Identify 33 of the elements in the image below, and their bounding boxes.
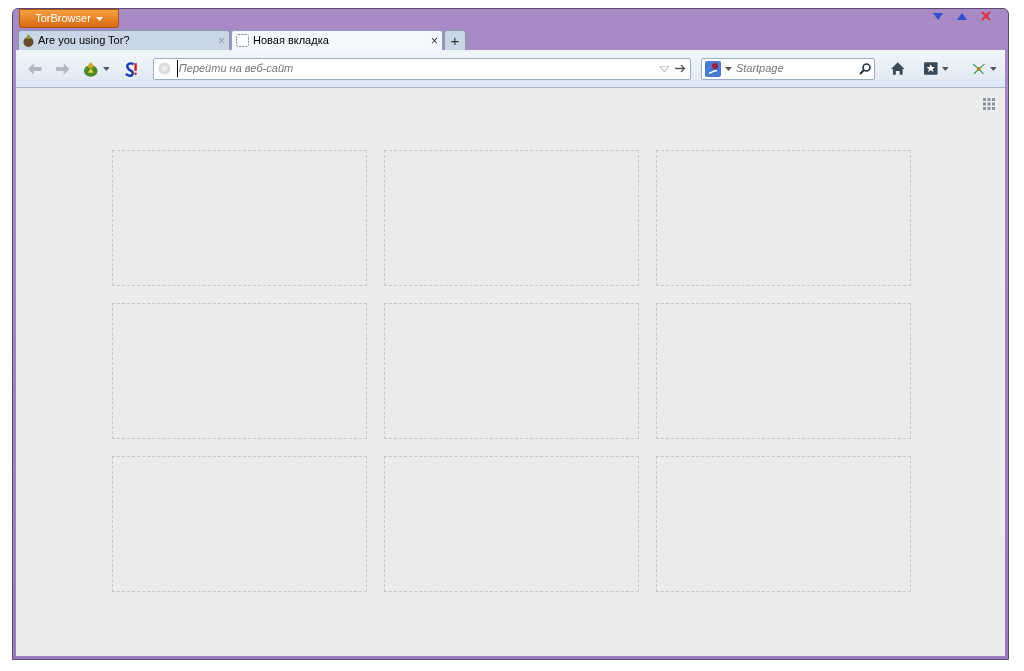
onion-icon [23, 34, 34, 47]
caret-icon [95, 16, 103, 21]
address-input[interactable]: Перейти на веб-сайт [176, 60, 654, 77]
grid-icon[interactable] [983, 98, 995, 110]
new-tab-button[interactable]: + [444, 30, 466, 50]
script-blocker-icon[interactable] [123, 60, 139, 77]
caret-icon [990, 66, 997, 71]
minimize-icon[interactable] [933, 12, 943, 20]
back-arrow-icon[interactable] [28, 62, 42, 75]
search-icon[interactable] [858, 62, 871, 75]
tab-title: Новая вкладка [253, 33, 330, 49]
browser-tab[interactable]: Новая вкладка × [231, 30, 443, 50]
tab-close-button[interactable]: × [431, 31, 438, 50]
caret-icon [942, 66, 949, 71]
tab-title: Are you using Tor? [38, 33, 131, 49]
home-icon[interactable] [890, 62, 905, 75]
caret-icon [102, 66, 110, 71]
search-field[interactable]: Startpage [700, 57, 875, 80]
address-field[interactable]: Перейти на веб-сайт [152, 57, 691, 80]
onion-button-icon[interactable] [83, 60, 99, 77]
browser-tab[interactable]: Are you using Tor? × [18, 30, 230, 50]
blank-page-icon [236, 34, 249, 47]
dropdown-triangle-icon[interactable] [659, 65, 669, 72]
close-icon[interactable] [981, 11, 991, 21]
caret-icon [724, 66, 732, 71]
forward-arrow-icon[interactable] [55, 62, 70, 75]
network-nodes-icon[interactable] [970, 62, 987, 75]
maximize-icon[interactable] [957, 12, 967, 20]
search-input[interactable]: Startpage [735, 60, 855, 77]
globe-icon [157, 62, 171, 75]
search-engine-icon[interactable] [704, 60, 721, 77]
go-arrow-icon[interactable] [674, 64, 686, 73]
bookmark-star-icon[interactable] [924, 62, 938, 75]
